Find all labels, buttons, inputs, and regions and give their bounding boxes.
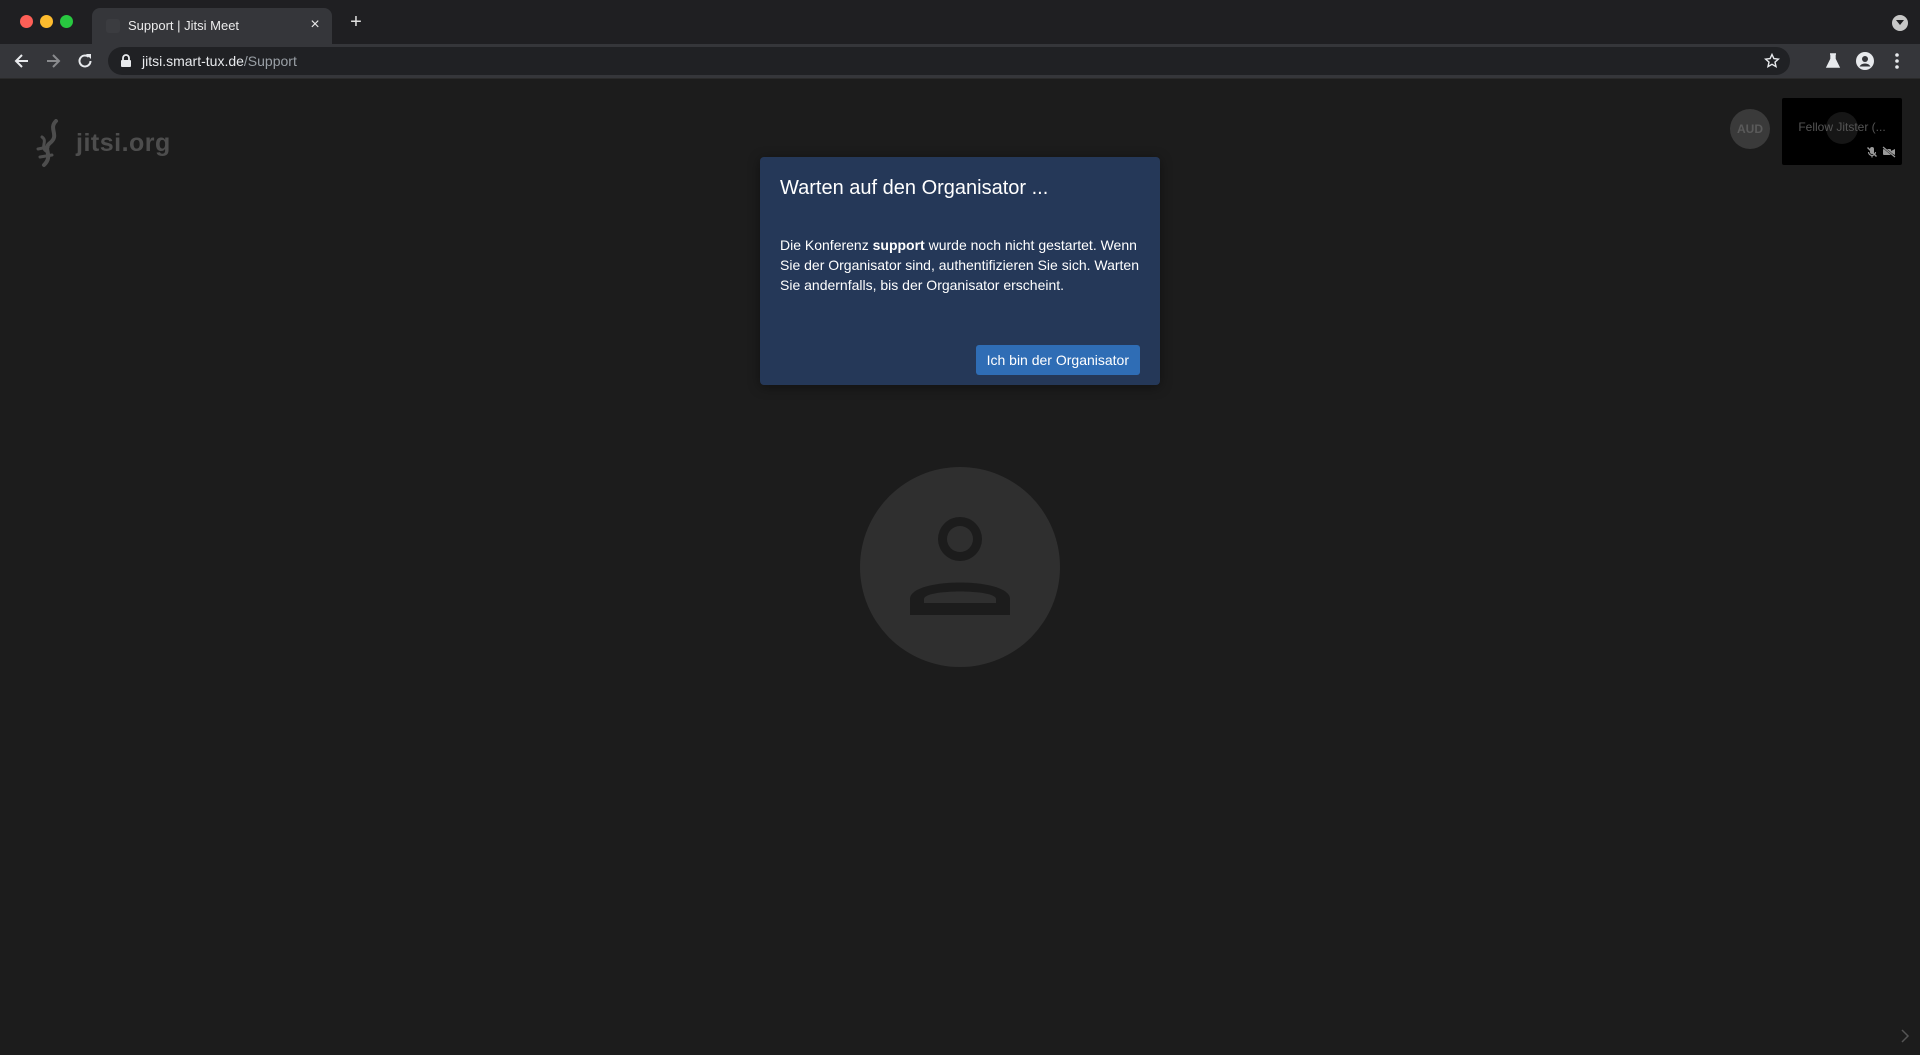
browser-tab-active[interactable]: Support | Jitsi Meet × — [92, 8, 332, 44]
jitsi-logo-icon — [36, 119, 58, 167]
user-icon — [910, 517, 1010, 615]
room-name: support — [872, 237, 925, 253]
url-host: jitsi.smart-tux.de — [142, 53, 244, 69]
browser-toolbar: jitsi.smart-tux.de/Support — [0, 44, 1920, 78]
url-path: /Support — [243, 53, 297, 69]
default-avatar — [860, 467, 1060, 667]
browser-menu-button[interactable] — [1887, 51, 1907, 71]
i-am-host-button[interactable]: Ich bin der Organisator — [975, 345, 1140, 375]
mic-muted-icon — [1867, 147, 1877, 158]
url-text[interactable]: jitsi.smart-tux.de/Support — [142, 53, 297, 69]
reload-button[interactable] — [75, 51, 95, 71]
labs-button[interactable] — [1823, 51, 1843, 71]
filmstrip-tile[interactable]: Fellow Jitster (... — [1782, 98, 1902, 165]
minimize-window-button[interactable] — [40, 15, 53, 28]
tab-title: Support | Jitsi Meet — [128, 18, 240, 33]
maximize-window-button[interactable] — [60, 15, 73, 28]
dialog-message-prefix: Die Konferenz — [780, 237, 873, 253]
waiting-for-host-dialog: Warten auf den Organisator ... Die Konfe… — [760, 157, 1160, 385]
jitsi-watermark[interactable]: jitsi.org — [34, 119, 184, 175]
camera-off-icon — [1882, 146, 1896, 158]
dialog-title: Warten auf den Organisator ... — [780, 177, 1049, 199]
conference-page: jitsi.org AUD Fellow Jitster (... Warten… — [0, 79, 1920, 1055]
close-window-button[interactable] — [20, 15, 33, 28]
tab-close-button[interactable]: × — [306, 16, 324, 34]
participant-name: Fellow Jitster (... — [1798, 120, 1886, 134]
new-tab-button[interactable]: + — [346, 12, 366, 32]
arrow-left-icon — [14, 54, 28, 68]
bookmark-star-icon[interactable] — [1764, 53, 1780, 69]
back-button[interactable] — [12, 51, 32, 71]
flask-icon — [1825, 53, 1841, 68]
lock-icon[interactable] — [120, 54, 132, 68]
audio-level-badge: AUD — [1730, 109, 1770, 149]
chevron-down-icon — [1896, 20, 1904, 25]
browser-titlebar: Support | Jitsi Meet × + — [0, 0, 1920, 44]
reload-icon — [78, 54, 92, 68]
chevron-right-icon[interactable] — [1900, 1029, 1910, 1043]
tab-search-button[interactable] — [1892, 15, 1908, 31]
forward-button[interactable] — [43, 51, 63, 71]
dialog-message: Die Konferenz support wurde noch nicht g… — [780, 235, 1140, 295]
more-vertical-icon — [1895, 53, 1899, 69]
profile-button[interactable] — [1855, 51, 1875, 71]
arrow-right-icon — [47, 54, 61, 68]
watermark-text: jitsi.org — [76, 129, 171, 157]
tab-favicon-icon — [106, 19, 120, 33]
address-bar[interactable]: jitsi.smart-tux.de/Support — [108, 47, 1790, 75]
account-icon — [1856, 52, 1874, 70]
